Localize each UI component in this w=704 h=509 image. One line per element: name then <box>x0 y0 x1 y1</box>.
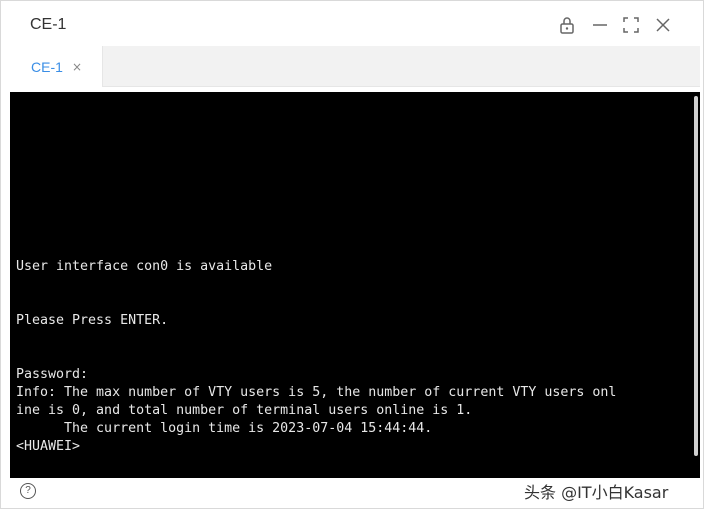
tab-ce-1[interactable]: CE-1 × <box>10 46 103 87</box>
maximize-icon <box>623 17 639 33</box>
scrollbar-thumb[interactable] <box>694 96 698 456</box>
tab-close-icon[interactable]: × <box>72 60 82 74</box>
title-bar: CE-1 <box>1 1 703 45</box>
footer: ? 头条 @IT小白Kasar <box>1 479 703 508</box>
lock-button[interactable] <box>557 15 577 35</box>
terminal-console[interactable]: User interface con0 is available Please … <box>10 92 700 478</box>
terminal-line: <HUAWEI> <box>16 439 81 454</box>
terminal-window: CE-1 CE-1 × User interface con0 is avail… <box>0 0 704 509</box>
minimize-button[interactable] <box>590 15 610 35</box>
tab-label: CE-1 <box>31 59 63 75</box>
minimize-icon <box>592 17 608 33</box>
maximize-button[interactable] <box>621 15 641 35</box>
close-button[interactable] <box>653 15 673 35</box>
close-icon <box>656 18 670 32</box>
lock-icon <box>559 16 575 34</box>
terminal-line: ine is 0, and total number of terminal u… <box>16 403 473 418</box>
tab-bar: CE-1 × <box>10 46 700 87</box>
terminal-line: Please Press ENTER. <box>16 313 169 328</box>
terminal-output: User interface con0 is available Please … <box>16 258 616 456</box>
terminal-line: Info: The max number of VTY users is 5, … <box>16 385 617 400</box>
help-icon[interactable]: ? <box>20 483 36 499</box>
terminal-line: Password: <box>16 367 89 382</box>
terminal-line: User interface con0 is available <box>16 259 273 274</box>
watermark: 头条 @IT小白Kasar <box>524 483 669 502</box>
terminal-scrollbar[interactable] <box>693 92 700 478</box>
terminal-line: The current login time is 2023-07-04 15:… <box>16 421 433 436</box>
window-title: CE-1 <box>30 16 67 33</box>
